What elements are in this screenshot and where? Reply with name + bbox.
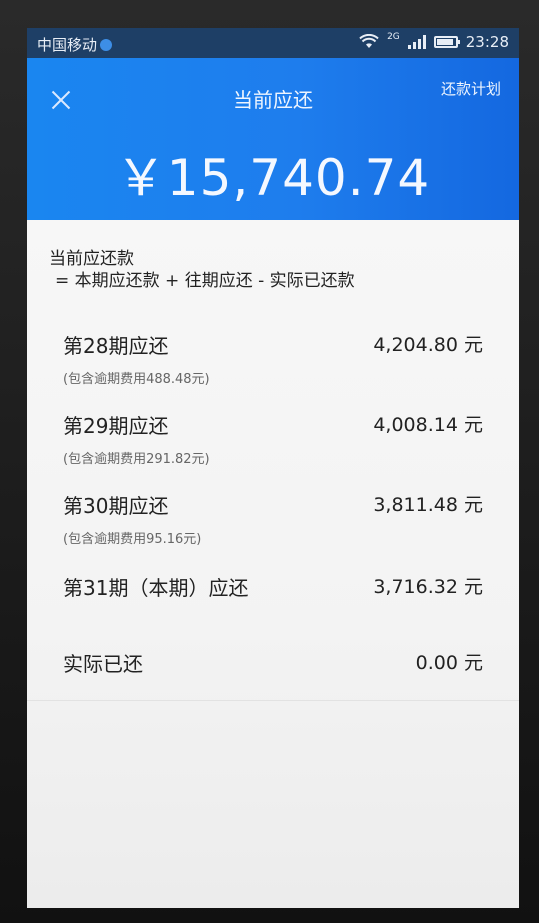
battery-icon xyxy=(433,36,460,48)
installment-value: 3,811.48 元 xyxy=(373,494,483,516)
carrier-badge-icon xyxy=(100,39,113,51)
wifi-icon xyxy=(359,34,379,48)
signal-icon xyxy=(407,35,426,49)
paid-label: 实际已还 xyxy=(63,652,143,676)
header: 当前应还 还款计划 ￥15,740.74 xyxy=(27,58,519,220)
screen: 中国移动 2G 23:28 当前应还 还款计划 ￥15,740.74 当前应还款… xyxy=(27,28,519,908)
overdue-fee-note: (包含逾期费用488.48元) xyxy=(63,372,210,387)
status-icons: 2G 23:28 xyxy=(359,31,509,51)
overdue-fee-note: (包含逾期费用95.16元) xyxy=(63,532,202,547)
formula: 当前应还款 = 本期应还款 + 往期应还 - 实际已还款 xyxy=(49,248,355,292)
carrier-name: 中国移动 xyxy=(37,36,98,54)
overdue-fee-note: (包含逾期费用291.82元) xyxy=(63,452,210,467)
repayment-plan-link[interactable]: 还款计划 xyxy=(441,78,501,99)
current-due-amount: ￥15,740.74 xyxy=(115,149,431,207)
installment-label: 第30期应还 xyxy=(63,494,169,518)
installment-value: 4,008.14 元 xyxy=(373,414,483,436)
paid-value: 0.00 元 xyxy=(415,652,483,674)
status-bar: 中国移动 2G 23:28 xyxy=(27,28,519,58)
installment-value: 4,204.80 元 xyxy=(373,334,483,356)
installment-label: 第29期应还 xyxy=(63,414,169,438)
details-panel: 当前应还款 = 本期应还款 + 往期应还 - 实际已还款 第28期应还 4,20… xyxy=(27,220,519,908)
network-type: 2G xyxy=(387,31,400,42)
installment-label: 第28期应还 xyxy=(63,334,169,358)
phone-frame: 中国移动 2G 23:28 当前应还 还款计划 ￥15,740.74 当前应还款… xyxy=(0,0,539,923)
status-time: 23:28 xyxy=(465,33,509,51)
divider xyxy=(27,700,519,701)
installment-label: 第31期（本期）应还 xyxy=(63,576,249,600)
installment-value: 3,716.32 元 xyxy=(373,576,483,598)
formula-title: 当前应还款 xyxy=(49,249,134,269)
carrier-label: 中国移动 xyxy=(37,34,113,55)
formula-expression: = 本期应还款 + 往期应还 - 实际已还款 xyxy=(55,271,355,291)
